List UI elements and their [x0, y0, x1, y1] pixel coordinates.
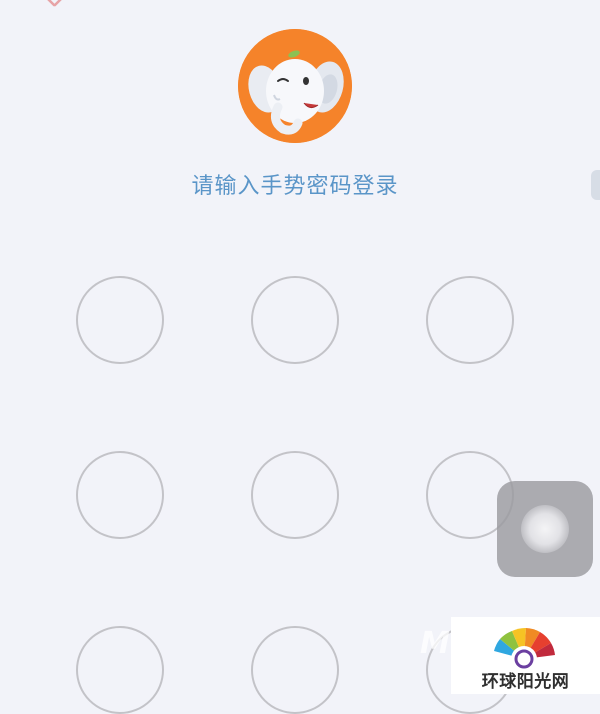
gesture-dot-8[interactable] [251, 626, 339, 714]
edge-handle [591, 170, 600, 200]
site-watermark: 环球阳光网 [451, 617, 600, 694]
user-avatar [238, 29, 352, 143]
gesture-dot-3[interactable] [426, 276, 514, 364]
gesture-dot-1[interactable] [76, 276, 164, 364]
gesture-dot-7[interactable] [76, 626, 164, 714]
gesture-login-prompt: 请输入手势密码登录 [191, 174, 399, 199]
assistive-touch-button[interactable] [497, 481, 593, 577]
watermark-stamp: M [420, 626, 450, 661]
gesture-dot-5[interactable] [251, 451, 339, 539]
close-icon [47, 0, 62, 7]
gesture-dot-4[interactable] [76, 451, 164, 539]
watermark-site-name: 环球阳光网 [481, 672, 570, 692]
gesture-dot-2[interactable] [251, 276, 339, 364]
close-button[interactable] [30, 0, 80, 22]
rainbow-fan-logo [494, 627, 555, 669]
assistive-touch-icon [521, 505, 569, 553]
elephant-mascot-icon [238, 29, 352, 143]
